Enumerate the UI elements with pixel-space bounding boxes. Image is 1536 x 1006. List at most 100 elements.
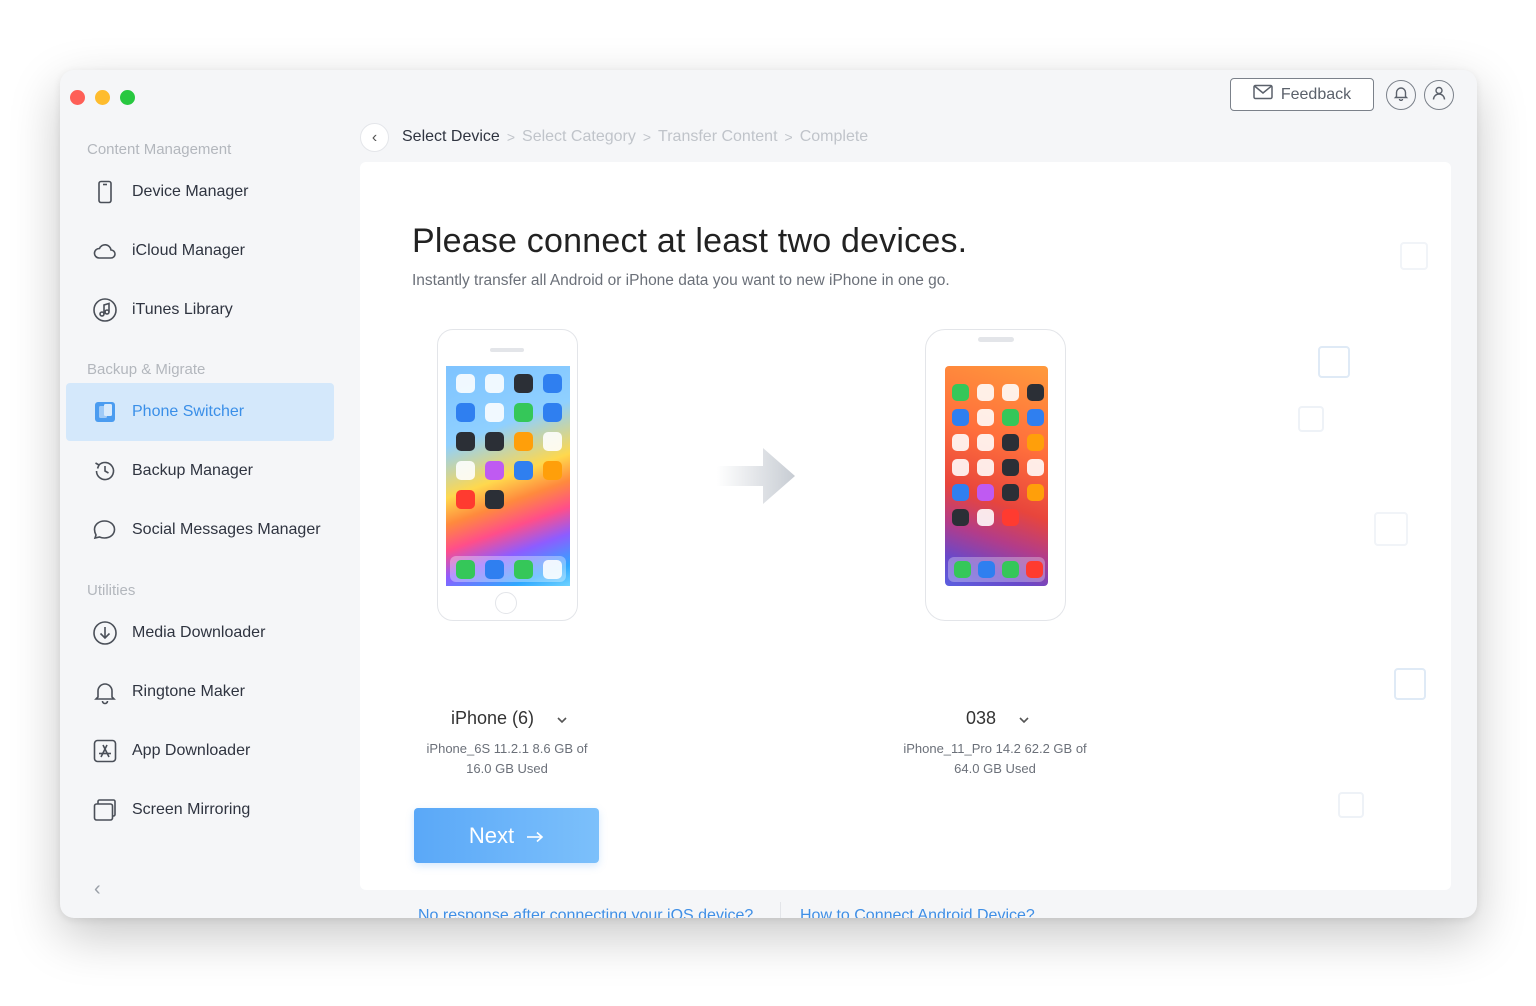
source-device-selector[interactable]: iPhone (6): [451, 708, 568, 729]
sidebar-item-device-manager[interactable]: Device Manager: [66, 163, 334, 221]
source-device-name: iPhone (6): [451, 708, 535, 728]
target-device-info: iPhone_11_Pro 14.2 62.2 GB of 64.0 GB Us…: [885, 739, 1105, 779]
decorative-square: [1338, 792, 1364, 818]
notch: [978, 337, 1014, 342]
chevron-down-icon: [556, 708, 568, 729]
breadcrumb-transfer-content: Transfer Content: [658, 128, 778, 145]
sidebar-item-label: Screen Mirroring: [132, 801, 251, 818]
page-title: Please connect at least two devices.: [412, 222, 968, 260]
sidebar-item-screen-mirroring[interactable]: Screen Mirroring: [66, 781, 334, 839]
back-chevron-icon[interactable]: ‹: [360, 123, 389, 152]
app-icon: [1027, 459, 1044, 476]
app-icon: [456, 403, 475, 422]
section-label-backup-migrate: Backup & Migrate: [87, 361, 206, 378]
app-icon: [978, 561, 995, 578]
cloud-icon: [92, 238, 118, 264]
sidebar-item-ringtone-maker[interactable]: Ringtone Maker: [66, 663, 334, 721]
app-icon: [1002, 484, 1019, 501]
app-icon: [485, 374, 504, 393]
app-grid: [952, 384, 1044, 526]
app-icon: [1002, 459, 1019, 476]
app-icon: [1002, 384, 1019, 401]
ios-help-link[interactable]: No response after connecting your iOS de…: [418, 907, 753, 918]
app-icon: [514, 374, 533, 393]
sidebar-item-label: Ringtone Maker: [132, 683, 245, 700]
sidebar-item-label: Media Downloader: [132, 624, 266, 641]
user-icon: [1431, 85, 1447, 106]
source-device-info: iPhone_6S 11.2.1 8.6 GB of 16.0 GB Used: [397, 739, 617, 779]
app-icon: [485, 490, 504, 509]
app-icon: [952, 384, 969, 401]
music-icon: [92, 297, 118, 323]
source-device-model: iPhone_6S 11.2.1 8.6 GB of: [426, 741, 588, 756]
decorative-square: [1400, 242, 1428, 270]
app-icon: [514, 560, 533, 579]
bell-icon: [92, 679, 118, 705]
decorative-square: [1298, 406, 1324, 432]
sidebar-item-phone-switcher[interactable]: Phone Switcher: [66, 383, 334, 441]
sidebar-item-label: Social Messages Manager: [132, 521, 321, 538]
app-icon: [1026, 561, 1043, 578]
account-button[interactable]: [1424, 80, 1454, 110]
breadcrumb: Select Device > Select Category > Transf…: [402, 128, 868, 146]
decorative-square: [1394, 668, 1426, 700]
history-icon: [92, 458, 118, 484]
app-icon: [514, 432, 533, 451]
breadcrumb-select-category: Select Category: [522, 128, 636, 145]
source-device-storage: 16.0 GB Used: [466, 761, 548, 776]
target-device-selector[interactable]: 038: [966, 708, 1030, 729]
app-icon: [1002, 434, 1019, 451]
next-label: Next: [468, 822, 515, 848]
app-icon: [1002, 509, 1019, 526]
target-device-name: 038: [966, 708, 997, 728]
app-icon: [485, 560, 504, 579]
app-icon: [952, 409, 969, 426]
phone-icon: [92, 179, 118, 205]
app-icon: [485, 432, 504, 451]
app-icon: [952, 484, 969, 501]
sidebar-item-itunes-library[interactable]: iTunes Library: [66, 281, 334, 339]
chevron-down-icon: [1018, 708, 1030, 729]
sidebar-item-media-downloader[interactable]: Media Downloader: [66, 604, 334, 662]
app-icon: [543, 560, 562, 579]
sidebar-item-icloud-manager[interactable]: iCloud Manager: [66, 222, 334, 280]
app-icon: [1027, 484, 1044, 501]
app-icon: [1027, 384, 1044, 401]
sidebar-item-app-downloader[interactable]: App Downloader: [66, 722, 334, 780]
feedback-label: Feedback: [1280, 85, 1352, 103]
app-icon: [485, 403, 504, 422]
breadcrumb-select-device: Select Device: [402, 128, 500, 145]
decorative-square: [1374, 512, 1408, 546]
link-divider: [780, 902, 781, 918]
app-icon: [977, 484, 994, 501]
home-button: [495, 592, 517, 614]
app-icon: [543, 461, 562, 480]
feedback-button[interactable]: Feedback: [1230, 78, 1374, 111]
app-icon: [543, 432, 562, 451]
sidebar-item-backup-manager[interactable]: Backup Manager: [66, 442, 334, 500]
app-window: Content Management Device Manager iCloud…: [60, 70, 1477, 918]
section-label-content-management: Content Management: [87, 141, 232, 158]
next-button[interactable]: Next: [414, 808, 599, 863]
android-help-link[interactable]: How to Connect Android Device?: [800, 907, 1035, 918]
app-icon: [1002, 561, 1019, 578]
app-grid: [456, 374, 562, 509]
app-icon: [952, 459, 969, 476]
chat-icon: [92, 517, 118, 543]
dock-apps: [954, 561, 1043, 578]
sidebar-item-label: iCloud Manager: [132, 242, 245, 259]
collapse-sidebar-chevron-icon[interactable]: ‹: [94, 878, 101, 901]
app-icon: [456, 461, 475, 480]
sidebar-item-label: Phone Switcher: [132, 403, 245, 420]
app-icon: [977, 384, 994, 401]
sidebar-item-social-messages-manager[interactable]: Social Messages Manager: [66, 501, 334, 559]
page-subtitle: Instantly transfer all Android or iPhone…: [412, 272, 950, 289]
breadcrumb-separator-icon: >: [506, 129, 516, 145]
sidebar-item-label: App Downloader: [132, 742, 251, 759]
app-icon: [543, 374, 562, 393]
app-icon: [977, 434, 994, 451]
download-icon: [92, 620, 118, 646]
app-icon: [456, 432, 475, 451]
notifications-button[interactable]: [1386, 80, 1416, 110]
target-phone-screen: [945, 366, 1048, 586]
